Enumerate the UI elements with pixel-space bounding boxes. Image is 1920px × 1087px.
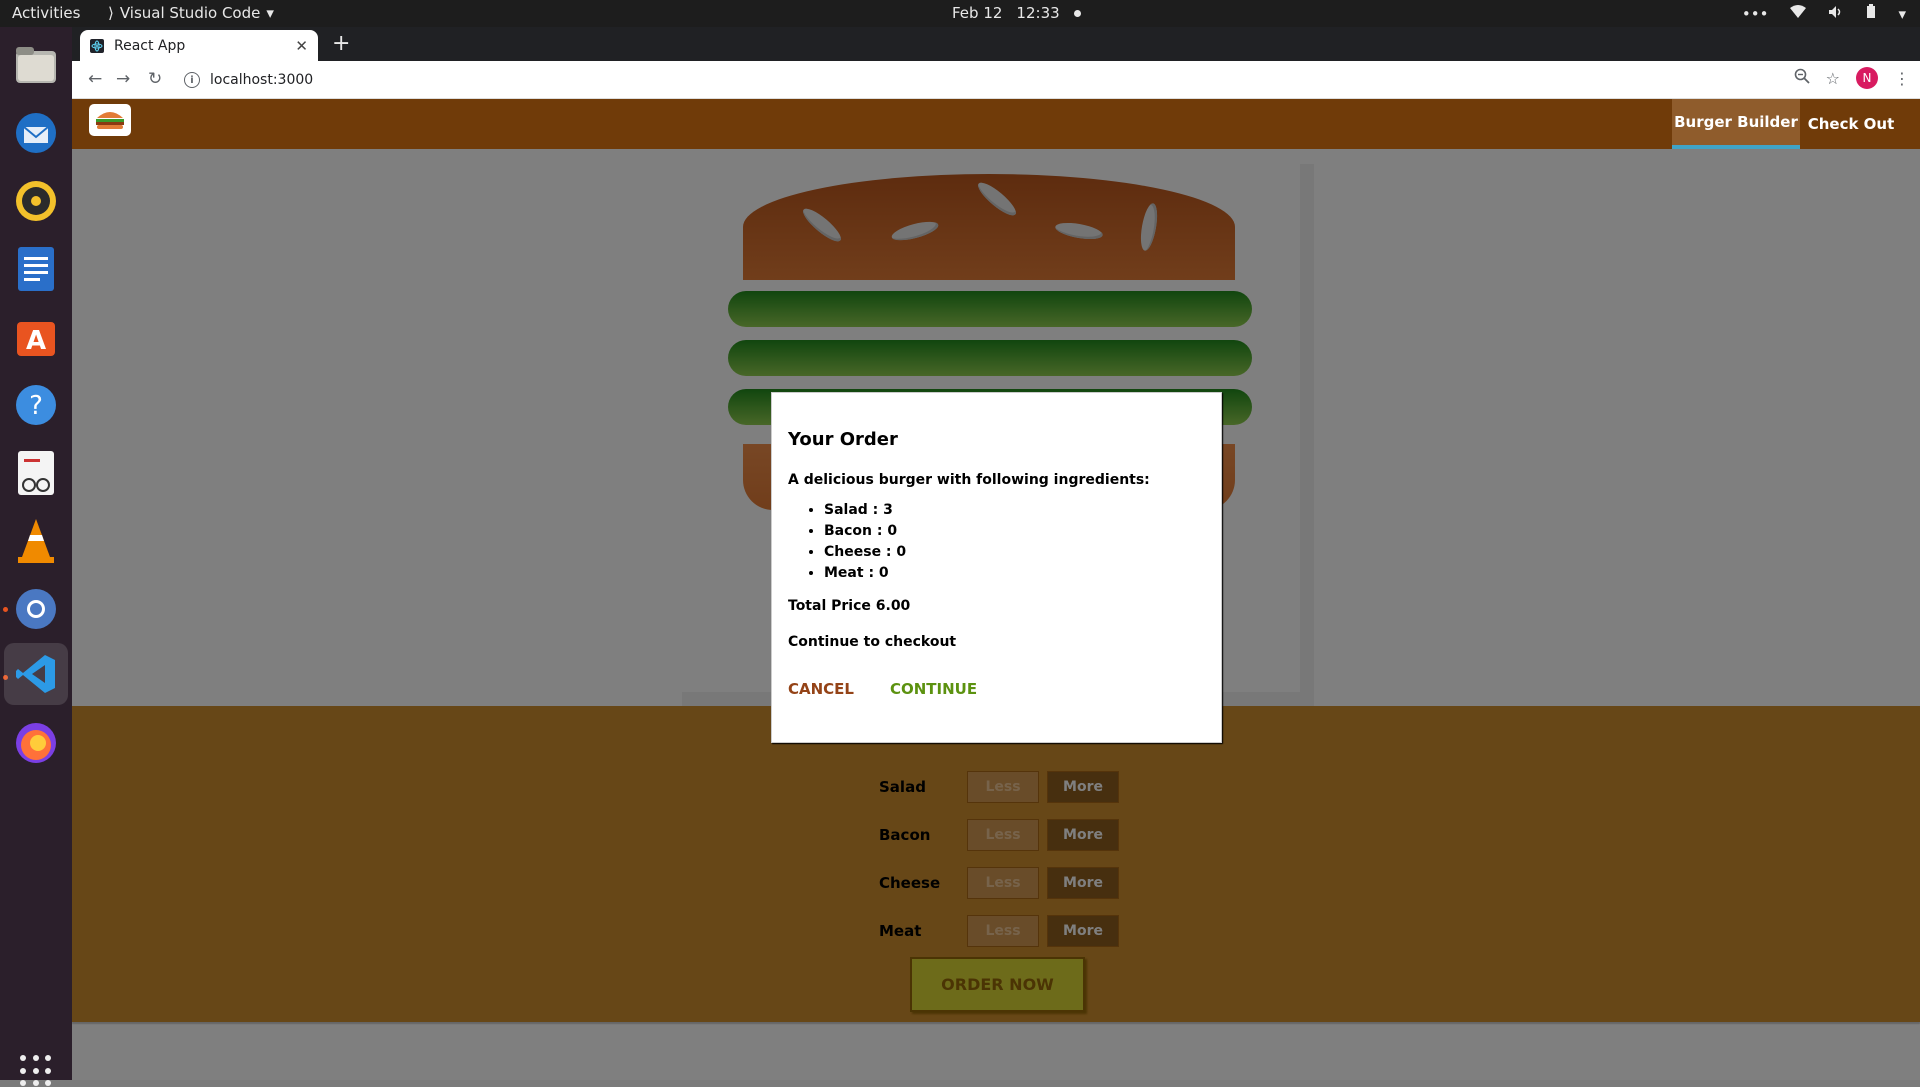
document-viewer-icon[interactable] — [12, 449, 60, 497]
profile-avatar[interactable]: N — [1856, 67, 1878, 89]
more-icon[interactable]: ••• — [1742, 5, 1769, 23]
burger-logo-icon[interactable] — [89, 104, 131, 136]
vscode-icon: ⟩ — [108, 4, 114, 22]
nav-burger-builder[interactable]: Burger Builder — [1672, 99, 1800, 149]
nav-check-out[interactable]: Check Out — [1800, 99, 1902, 149]
rhythmbox-icon[interactable] — [12, 177, 60, 225]
clock[interactable]: Feb 12 12:33 — [952, 4, 1081, 22]
svg-text:?: ? — [29, 391, 43, 421]
system-top-bar: Activities ⟩ Visual Studio Code ▾ Feb 12… — [0, 0, 1920, 27]
date-label: Feb 12 — [952, 4, 1003, 22]
back-icon[interactable]: ← — [88, 69, 102, 89]
browser-tab-strip: React App ✕ + — [72, 27, 1920, 61]
bookmark-star-icon[interactable]: ☆ — [1826, 69, 1840, 88]
running-indicator — [3, 607, 8, 612]
app-menu[interactable]: ⟩ Visual Studio Code ▾ — [108, 4, 274, 22]
app-toolbar: Burger Builder Check Out — [72, 99, 1920, 149]
dock: A ? — [0, 27, 72, 1087]
continue-button[interactable]: CONTINUE — [890, 680, 977, 698]
system-menu-chevron-icon[interactable]: ▾ — [1898, 5, 1906, 23]
activities-button[interactable]: Activities — [12, 4, 80, 22]
react-favicon-icon — [90, 38, 104, 53]
app-menu-label: Visual Studio Code — [119, 4, 261, 22]
writer-icon[interactable] — [12, 245, 60, 293]
notification-dot-icon — [1073, 9, 1081, 17]
address-bar[interactable]: i localhost:3000 — [184, 65, 1824, 95]
system-tray[interactable]: ••• ▾ — [1742, 4, 1906, 23]
volume-icon[interactable] — [1828, 5, 1844, 23]
time-label: 12:33 — [1016, 4, 1060, 22]
page-viewport: Burger Builder Check Out Salad Less More… — [72, 99, 1920, 1080]
close-tab-icon[interactable]: ✕ — [295, 37, 308, 55]
software-center-icon[interactable]: A — [12, 313, 60, 361]
ingredient-list: Salad : 3 Bacon : 0 Cheese : 0 Meat : 0 — [788, 500, 1205, 584]
help-icon[interactable]: ? — [12, 381, 60, 429]
wifi-icon[interactable] — [1790, 4, 1807, 23]
firefox-icon[interactable] — [12, 719, 60, 767]
list-item: Cheese : 0 — [824, 542, 1205, 563]
browser-menu-icon[interactable]: ⋮ — [1894, 69, 1910, 88]
forward-icon[interactable]: → — [116, 69, 130, 89]
cancel-button[interactable]: CANCEL — [788, 680, 854, 698]
list-item: Bacon : 0 — [824, 521, 1205, 542]
list-item: Meat : 0 — [824, 563, 1205, 584]
tab-title: React App — [114, 37, 186, 54]
url-text: localhost:3000 — [210, 72, 314, 88]
modal-title: Your Order — [788, 429, 898, 450]
zoom-icon[interactable] — [1794, 68, 1810, 88]
site-info-icon[interactable]: i — [184, 72, 200, 88]
modal-intro: A delicious burger with following ingred… — [788, 472, 1150, 488]
modal-actions: CANCEL CONTINUE — [788, 680, 1205, 698]
continue-prompt: Continue to checkout — [788, 634, 957, 650]
files-icon[interactable] — [12, 41, 60, 89]
new-tab-icon[interactable]: + — [332, 31, 350, 56]
chrome-icon[interactable] — [12, 585, 60, 633]
thunderbird-icon[interactable] — [12, 109, 60, 157]
browser-toolbar: ← → ↻ i localhost:3000 ☆ N ⋮ — [72, 61, 1920, 99]
order-summary-modal: Your Order A delicious burger with follo… — [771, 392, 1222, 743]
battery-icon[interactable] — [1866, 4, 1876, 23]
list-item: Salad : 3 — [824, 500, 1205, 521]
reload-icon[interactable]: ↻ — [148, 69, 162, 89]
vlc-icon[interactable] — [12, 517, 60, 565]
total-price: Total Price 6.00 — [788, 598, 911, 614]
vscode-dock-icon[interactable] — [4, 643, 68, 705]
tab-react-app[interactable]: React App ✕ — [80, 30, 318, 61]
svg-text:A: A — [26, 326, 46, 356]
show-applications-icon[interactable] — [20, 1055, 52, 1087]
chevron-down-icon: ▾ — [266, 4, 274, 22]
